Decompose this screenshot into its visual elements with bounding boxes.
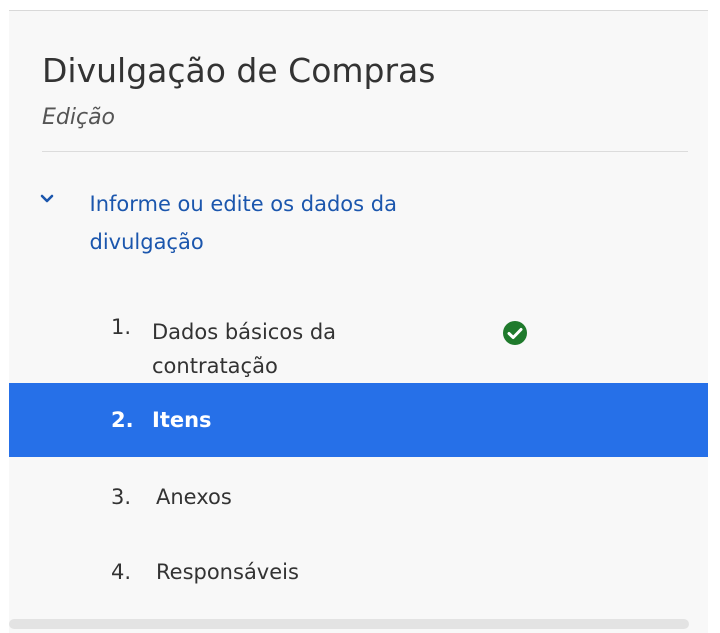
page-title: Divulgação de Compras [42, 51, 436, 90]
step-label: Responsáveis [156, 560, 299, 584]
divider [42, 151, 688, 152]
chevron-down-icon[interactable] [37, 194, 57, 204]
step-label: Itens [152, 408, 212, 432]
page-subtitle: Edição [42, 105, 116, 130]
step-item-responsaveis[interactable]: 4. Responsáveis [9, 557, 708, 597]
step-item-anexos[interactable]: 3. Anexos [9, 483, 708, 523]
step-item-dados-basicos[interactable]: 1. Dados básicos da contratação [9, 307, 708, 381]
step-item-itens[interactable]: 2. Itens [9, 383, 708, 457]
section-label: Informe ou edite os dados da divulgação [89, 192, 397, 254]
step-number: 2. [111, 408, 134, 432]
step-number: 3. [111, 485, 132, 509]
check-circle-icon [502, 320, 528, 351]
wizard-panel: Divulgação de Compras Edição Informe ou … [9, 10, 708, 633]
step-label: Dados básicos da contratação [152, 320, 337, 378]
step-number: 1. [111, 315, 132, 339]
step-label: Anexos [156, 485, 232, 509]
section-toggle[interactable]: Informe ou edite os dados da divulgação [37, 185, 507, 261]
horizontal-scrollbar[interactable] [9, 619, 689, 629]
step-number: 4. [111, 560, 132, 584]
